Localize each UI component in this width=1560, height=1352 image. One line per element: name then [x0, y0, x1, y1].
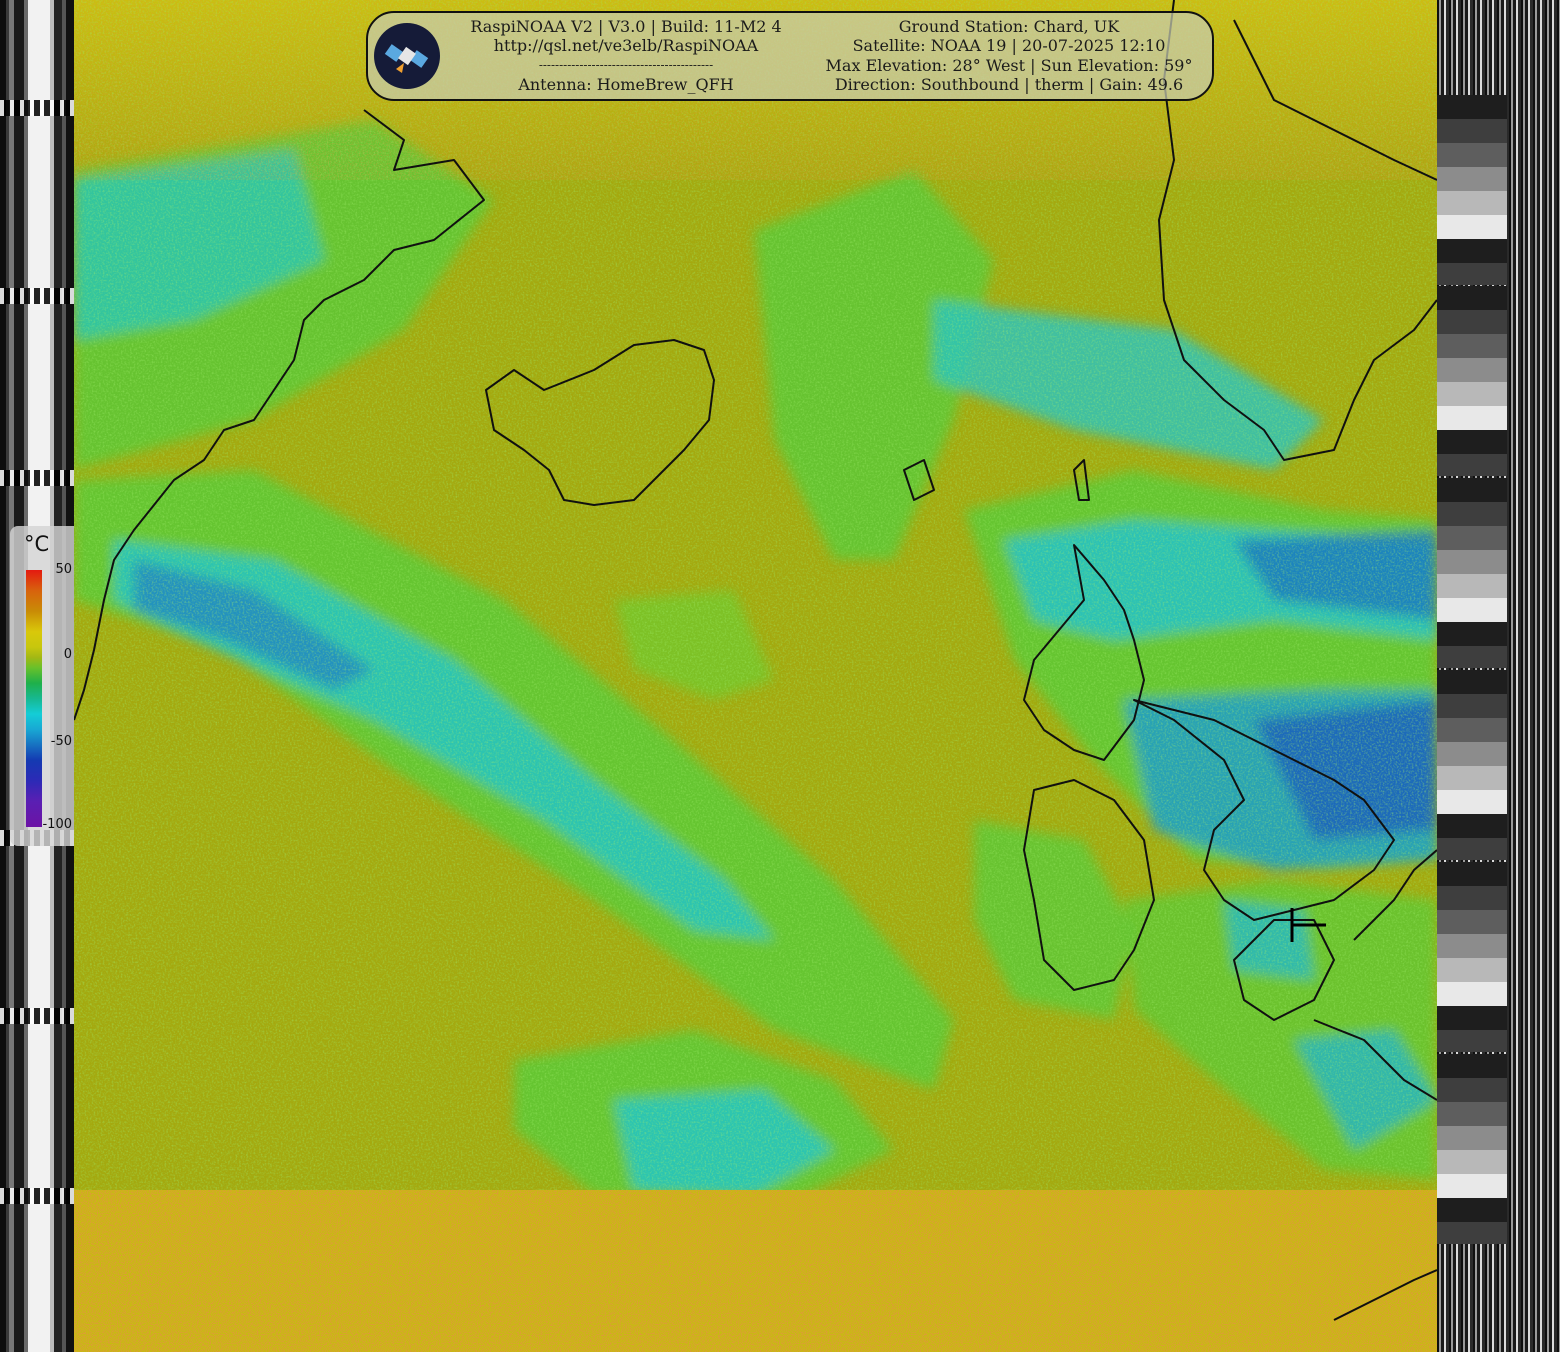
website-line: http://qsl.net/ve3elb/RaspiNOAA — [493, 36, 759, 56]
elevation-line: Max Elevation: 28° West | Sun Elevation:… — [825, 55, 1193, 75]
info-banner: RaspiNOAA V2 | V3.0 | Build: 11-M2 4 htt… — [366, 11, 1214, 101]
software-version-line: RaspiNOAA V2 | V3.0 | Build: 11-M2 4 — [470, 17, 782, 36]
sync-band — [0, 100, 74, 116]
satellite-line: Satellite: NOAA 19 | 20-07-2025 12:10 — [852, 36, 1166, 56]
telemetry-wedge — [1437, 286, 1507, 476]
legend-tick-50: 50 — [55, 562, 72, 577]
pass-info-right: Ground Station: Chard, UK Satellite: NOA… — [814, 17, 1204, 94]
southern-noise — [74, 1190, 1437, 1352]
direction-line: Direction: Southbound | therm | Gain: 49… — [834, 74, 1184, 94]
right-telemetry-strip — [1437, 0, 1560, 1352]
sync-band — [0, 470, 74, 486]
telemetry-wedge — [1437, 1054, 1507, 1244]
legend-tick-0: 0 — [63, 647, 72, 662]
sync-band — [0, 1188, 74, 1204]
station-info-left: RaspiNOAA V2 | V3.0 | Build: 11-M2 4 htt… — [456, 17, 796, 94]
ground-station-line: Ground Station: Chard, UK — [898, 17, 1120, 36]
sync-band — [0, 288, 74, 304]
divider-line: ----------------------------------------… — [538, 57, 714, 72]
antenna-line: Antenna: HomeBrew_QFH — [518, 74, 734, 94]
satellite-image — [74, 0, 1437, 1352]
telemetry-wedge — [1437, 95, 1507, 285]
legend-color-bar — [26, 570, 42, 827]
legend-tick-minus-100: -100 — [42, 817, 72, 832]
telemetry-wedge — [1437, 478, 1507, 668]
temperature-legend: °C 50 0 -50 -100 — [10, 526, 74, 846]
telemetry-wedge — [1437, 670, 1507, 860]
legend-unit: °C — [24, 532, 50, 556]
cloud-grain — [74, 0, 1437, 1352]
sync-band — [0, 1008, 74, 1024]
legend-tick-minus-50: -50 — [50, 734, 72, 749]
telemetry-wedge — [1437, 862, 1507, 1052]
satellite-icon — [374, 23, 440, 89]
